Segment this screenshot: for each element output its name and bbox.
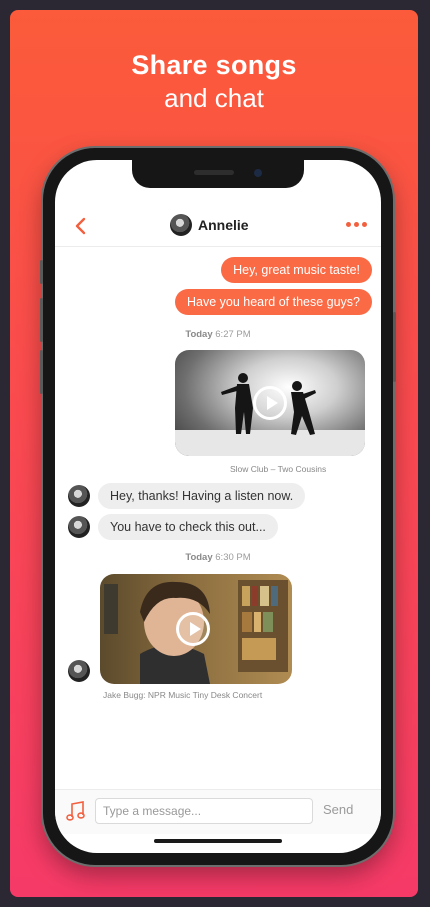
play-icon[interactable] <box>176 612 210 646</box>
timestamp: Today 6:27 PM <box>55 329 381 340</box>
promo-headline: Share songs and chat <box>10 50 418 114</box>
timestamp-day: Today <box>185 329 213 340</box>
phone-power-button <box>393 312 396 382</box>
timestamp: Today 6:30 PM <box>55 552 381 563</box>
video-caption: Slow Club – Two Cousins <box>230 464 327 474</box>
video-thumbnail[interactable] <box>175 350 365 456</box>
contact-avatar <box>68 516 90 538</box>
message-composer: Type a message... Send <box>55 789 381 834</box>
home-indicator[interactable] <box>154 839 282 843</box>
phone-notch <box>132 160 304 188</box>
sent-message[interactable]: Hey, great music taste! <box>221 257 372 283</box>
contact-avatar <box>68 660 90 682</box>
chevron-left-icon[interactable] <box>71 216 91 236</box>
send-button[interactable]: Send <box>323 802 353 817</box>
more-dot <box>354 222 359 227</box>
chat-header: Annelie <box>55 206 381 247</box>
more-options-icon[interactable] <box>344 218 369 231</box>
received-message[interactable]: You have to check this out... <box>98 514 278 540</box>
more-dot <box>346 222 351 227</box>
promo-card: Share songs and chat Annelie Hey, great … <box>10 10 418 897</box>
chat-screen: Annelie Hey, great music taste! Have you… <box>55 160 381 853</box>
video-thumbnail[interactable] <box>100 574 292 684</box>
received-message[interactable]: Hey, thanks! Having a listen now. <box>98 483 306 509</box>
more-dot <box>362 222 367 227</box>
timestamp-time: 6:30 PM <box>215 552 251 563</box>
play-icon[interactable] <box>253 386 287 420</box>
headline-line-2: and chat <box>164 83 264 113</box>
timestamp-time: 6:27 PM <box>215 329 251 340</box>
phone-frame: Annelie Hey, great music taste! Have you… <box>40 148 396 865</box>
phone-mute-switch <box>40 260 43 284</box>
contact-avatar <box>68 485 90 507</box>
sent-message[interactable]: Have you heard of these guys? <box>174 289 372 315</box>
message-input[interactable]: Type a message... <box>95 798 313 824</box>
music-note-icon[interactable] <box>65 799 87 823</box>
phone-volume-up <box>40 298 43 342</box>
headline-line-1: Share songs <box>131 50 297 80</box>
notch-camera <box>254 169 262 177</box>
contact-avatar <box>170 214 192 236</box>
notch-speaker <box>194 170 234 175</box>
video-caption: Jake Bugg: NPR Music Tiny Desk Concert <box>103 690 263 700</box>
contact-name: Annelie <box>198 217 249 233</box>
timestamp-day: Today <box>185 552 213 563</box>
phone-volume-down <box>40 350 43 394</box>
contact-title[interactable]: Annelie <box>170 214 249 236</box>
